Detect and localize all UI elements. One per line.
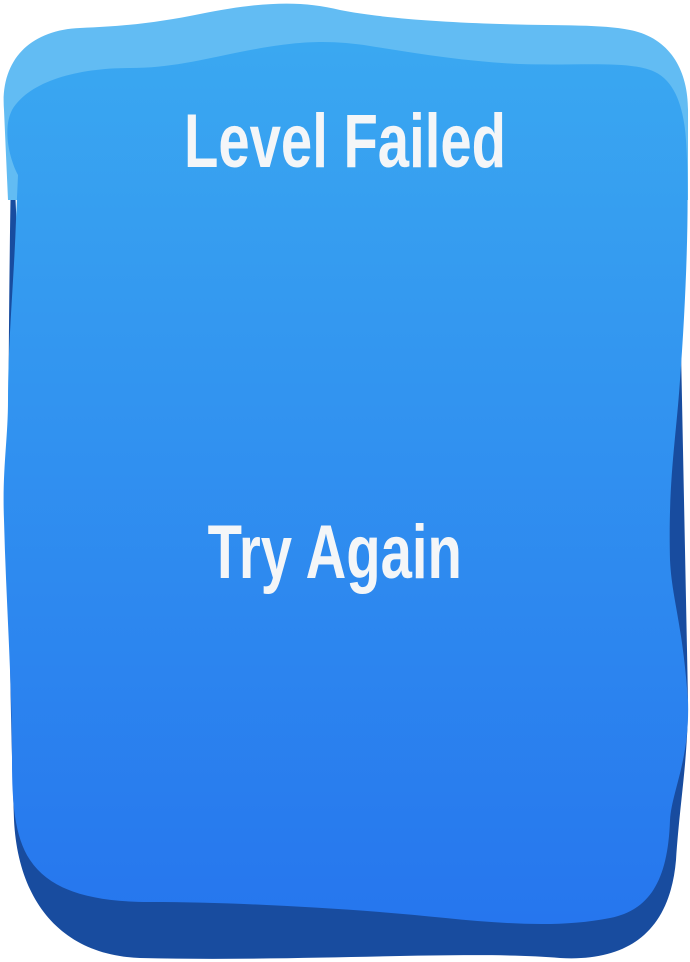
try-again-button[interactable]: Try Again [190,505,480,601]
dialog-title: Level Failed [184,99,506,184]
level-failed-screen: Level Failed Try Again [0,0,690,962]
try-again-label: Try Again [207,510,463,595]
